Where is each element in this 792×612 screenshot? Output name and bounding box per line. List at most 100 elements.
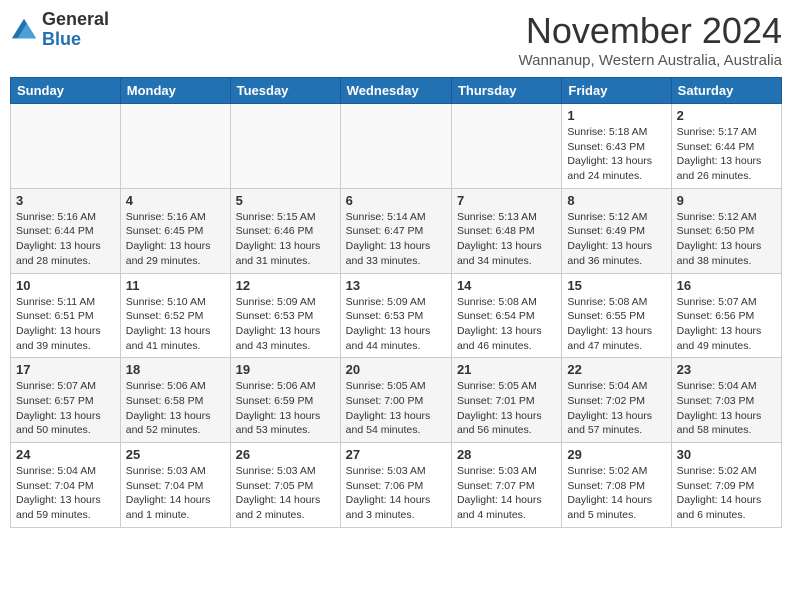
calendar-cell bbox=[120, 104, 230, 189]
calendar-cell: 14 Sunrise: 5:08 AM Sunset: 6:54 PM Dayli… bbox=[451, 273, 561, 358]
day-info: Sunrise: 5:12 AM Sunset: 6:50 PM Dayligh… bbox=[677, 210, 776, 269]
logo-text: General Blue bbox=[42, 10, 109, 50]
calendar-week-row: 1 Sunrise: 5:18 AM Sunset: 6:43 PM Daylig… bbox=[11, 104, 782, 189]
calendar-cell: 16 Sunrise: 5:07 AM Sunset: 6:56 PM Dayli… bbox=[671, 273, 781, 358]
day-info: Sunrise: 5:05 AM Sunset: 7:01 PM Dayligh… bbox=[457, 379, 556, 438]
calendar-cell: 29 Sunrise: 5:02 AM Sunset: 7:08 PM Dayli… bbox=[562, 443, 671, 528]
day-number: 4 bbox=[126, 193, 225, 208]
calendar-cell: 7 Sunrise: 5:13 AM Sunset: 6:48 PM Daylig… bbox=[451, 188, 561, 273]
day-of-week-header: Monday bbox=[120, 78, 230, 104]
day-info: Sunrise: 5:04 AM Sunset: 7:04 PM Dayligh… bbox=[16, 464, 115, 523]
day-number: 24 bbox=[16, 447, 115, 462]
calendar-cell: 12 Sunrise: 5:09 AM Sunset: 6:53 PM Dayli… bbox=[230, 273, 340, 358]
day-info: Sunrise: 5:06 AM Sunset: 6:59 PM Dayligh… bbox=[236, 379, 335, 438]
day-number: 26 bbox=[236, 447, 335, 462]
calendar-cell: 11Sunrise: 5:10 AM Sunset: 6:52 PM Dayli… bbox=[120, 273, 230, 358]
location: Wannanup, Western Australia, Australia bbox=[519, 52, 782, 69]
day-info: Sunrise: 5:04 AM Sunset: 7:03 PM Dayligh… bbox=[677, 379, 776, 438]
calendar-cell: 21 Sunrise: 5:05 AM Sunset: 7:01 PM Dayli… bbox=[451, 358, 561, 443]
day-of-week-header: Thursday bbox=[451, 78, 561, 104]
calendar-cell: 3 Sunrise: 5:16 AM Sunset: 6:44 PM Daylig… bbox=[11, 188, 121, 273]
day-info: Sunrise: 5:03 AM Sunset: 7:06 PM Dayligh… bbox=[346, 464, 446, 523]
day-number: 12 bbox=[236, 278, 335, 293]
day-number: 21 bbox=[457, 362, 556, 377]
calendar-cell: 28 Sunrise: 5:03 AM Sunset: 7:07 PM Dayli… bbox=[451, 443, 561, 528]
day-number: 7 bbox=[457, 193, 556, 208]
calendar-cell: 30Sunrise: 5:02 AM Sunset: 7:09 PM Dayli… bbox=[671, 443, 781, 528]
day-number: 20 bbox=[346, 362, 446, 377]
day-info: Sunrise: 5:15 AM Sunset: 6:46 PM Dayligh… bbox=[236, 210, 335, 269]
calendar-cell: 19 Sunrise: 5:06 AM Sunset: 6:59 PM Dayli… bbox=[230, 358, 340, 443]
day-number: 3 bbox=[16, 193, 115, 208]
calendar-cell: 27 Sunrise: 5:03 AM Sunset: 7:06 PM Dayli… bbox=[340, 443, 451, 528]
day-of-week-header: Wednesday bbox=[340, 78, 451, 104]
calendar-cell: 6 Sunrise: 5:14 AM Sunset: 6:47 PM Daylig… bbox=[340, 188, 451, 273]
day-info: Sunrise: 5:02 AM Sunset: 7:08 PM Dayligh… bbox=[567, 464, 665, 523]
calendar-week-row: 24 Sunrise: 5:04 AM Sunset: 7:04 PM Dayli… bbox=[11, 443, 782, 528]
day-info: Sunrise: 5:07 AM Sunset: 6:56 PM Dayligh… bbox=[677, 295, 776, 354]
calendar-cell: 22 Sunrise: 5:04 AM Sunset: 7:02 PM Dayli… bbox=[562, 358, 671, 443]
page-header: General Blue November 2024 Wannanup, Wes… bbox=[10, 10, 782, 69]
calendar-week-row: 17 Sunrise: 5:07 AM Sunset: 6:57 PM Dayli… bbox=[11, 358, 782, 443]
day-number: 13 bbox=[346, 278, 446, 293]
calendar-cell: 20Sunrise: 5:05 AM Sunset: 7:00 PM Dayli… bbox=[340, 358, 451, 443]
day-info: Sunrise: 5:08 AM Sunset: 6:55 PM Dayligh… bbox=[567, 295, 665, 354]
calendar-cell: 8Sunrise: 5:12 AM Sunset: 6:49 PM Daylig… bbox=[562, 188, 671, 273]
calendar-cell: 4Sunrise: 5:16 AM Sunset: 6:45 PM Daylig… bbox=[120, 188, 230, 273]
day-number: 6 bbox=[346, 193, 446, 208]
day-number: 30 bbox=[677, 447, 776, 462]
day-number: 28 bbox=[457, 447, 556, 462]
day-number: 18 bbox=[126, 362, 225, 377]
day-number: 15 bbox=[567, 278, 665, 293]
day-number: 5 bbox=[236, 193, 335, 208]
day-number: 11 bbox=[126, 278, 225, 293]
day-number: 27 bbox=[346, 447, 446, 462]
day-of-week-header: Tuesday bbox=[230, 78, 340, 104]
calendar-cell: 18 Sunrise: 5:06 AM Sunset: 6:58 PM Dayli… bbox=[120, 358, 230, 443]
day-info: Sunrise: 5:06 AM Sunset: 6:58 PM Dayligh… bbox=[126, 379, 225, 438]
day-number: 23 bbox=[677, 362, 776, 377]
day-info: Sunrise: 5:03 AM Sunset: 7:04 PM Dayligh… bbox=[126, 464, 225, 523]
day-number: 16 bbox=[677, 278, 776, 293]
calendar-cell bbox=[230, 104, 340, 189]
day-info: Sunrise: 5:09 AM Sunset: 6:53 PM Dayligh… bbox=[236, 295, 335, 354]
day-number: 14 bbox=[457, 278, 556, 293]
day-of-week-header: Friday bbox=[562, 78, 671, 104]
calendar-cell bbox=[451, 104, 561, 189]
calendar-cell: 2Sunrise: 5:17 AM Sunset: 6:44 PM Daylig… bbox=[671, 104, 781, 189]
calendar-cell: 1 Sunrise: 5:18 AM Sunset: 6:43 PM Daylig… bbox=[562, 104, 671, 189]
month-title: November 2024 bbox=[519, 10, 782, 52]
day-of-week-header: Sunday bbox=[11, 78, 121, 104]
calendar-cell: 10 Sunrise: 5:11 AM Sunset: 6:51 PM Dayli… bbox=[11, 273, 121, 358]
logo-icon bbox=[10, 16, 38, 44]
title-block: November 2024 Wannanup, Western Australi… bbox=[519, 10, 782, 69]
day-info: Sunrise: 5:08 AM Sunset: 6:54 PM Dayligh… bbox=[457, 295, 556, 354]
calendar-cell: 25 Sunrise: 5:03 AM Sunset: 7:04 PM Dayli… bbox=[120, 443, 230, 528]
day-info: Sunrise: 5:09 AM Sunset: 6:53 PM Dayligh… bbox=[346, 295, 446, 354]
calendar-table: SundayMondayTuesdayWednesdayThursdayFrid… bbox=[10, 77, 782, 528]
day-info: Sunrise: 5:07 AM Sunset: 6:57 PM Dayligh… bbox=[16, 379, 115, 438]
day-info: Sunrise: 5:16 AM Sunset: 6:44 PM Dayligh… bbox=[16, 210, 115, 269]
day-info: Sunrise: 5:03 AM Sunset: 7:07 PM Dayligh… bbox=[457, 464, 556, 523]
calendar-cell: 9Sunrise: 5:12 AM Sunset: 6:50 PM Daylig… bbox=[671, 188, 781, 273]
calendar-week-row: 3 Sunrise: 5:16 AM Sunset: 6:44 PM Daylig… bbox=[11, 188, 782, 273]
day-info: Sunrise: 5:17 AM Sunset: 6:44 PM Dayligh… bbox=[677, 125, 776, 184]
day-of-week-header: Saturday bbox=[671, 78, 781, 104]
calendar-header-row: SundayMondayTuesdayWednesdayThursdayFrid… bbox=[11, 78, 782, 104]
day-info: Sunrise: 5:11 AM Sunset: 6:51 PM Dayligh… bbox=[16, 295, 115, 354]
calendar-cell: 23 Sunrise: 5:04 AM Sunset: 7:03 PM Dayli… bbox=[671, 358, 781, 443]
day-number: 1 bbox=[567, 108, 665, 123]
day-number: 19 bbox=[236, 362, 335, 377]
day-number: 8 bbox=[567, 193, 665, 208]
day-number: 29 bbox=[567, 447, 665, 462]
day-number: 10 bbox=[16, 278, 115, 293]
day-info: Sunrise: 5:18 AM Sunset: 6:43 PM Dayligh… bbox=[567, 125, 665, 184]
day-info: Sunrise: 5:14 AM Sunset: 6:47 PM Dayligh… bbox=[346, 210, 446, 269]
day-number: 17 bbox=[16, 362, 115, 377]
day-info: Sunrise: 5:13 AM Sunset: 6:48 PM Dayligh… bbox=[457, 210, 556, 269]
day-info: Sunrise: 5:04 AM Sunset: 7:02 PM Dayligh… bbox=[567, 379, 665, 438]
logo: General Blue bbox=[10, 10, 109, 50]
day-number: 25 bbox=[126, 447, 225, 462]
day-number: 22 bbox=[567, 362, 665, 377]
calendar-cell bbox=[11, 104, 121, 189]
